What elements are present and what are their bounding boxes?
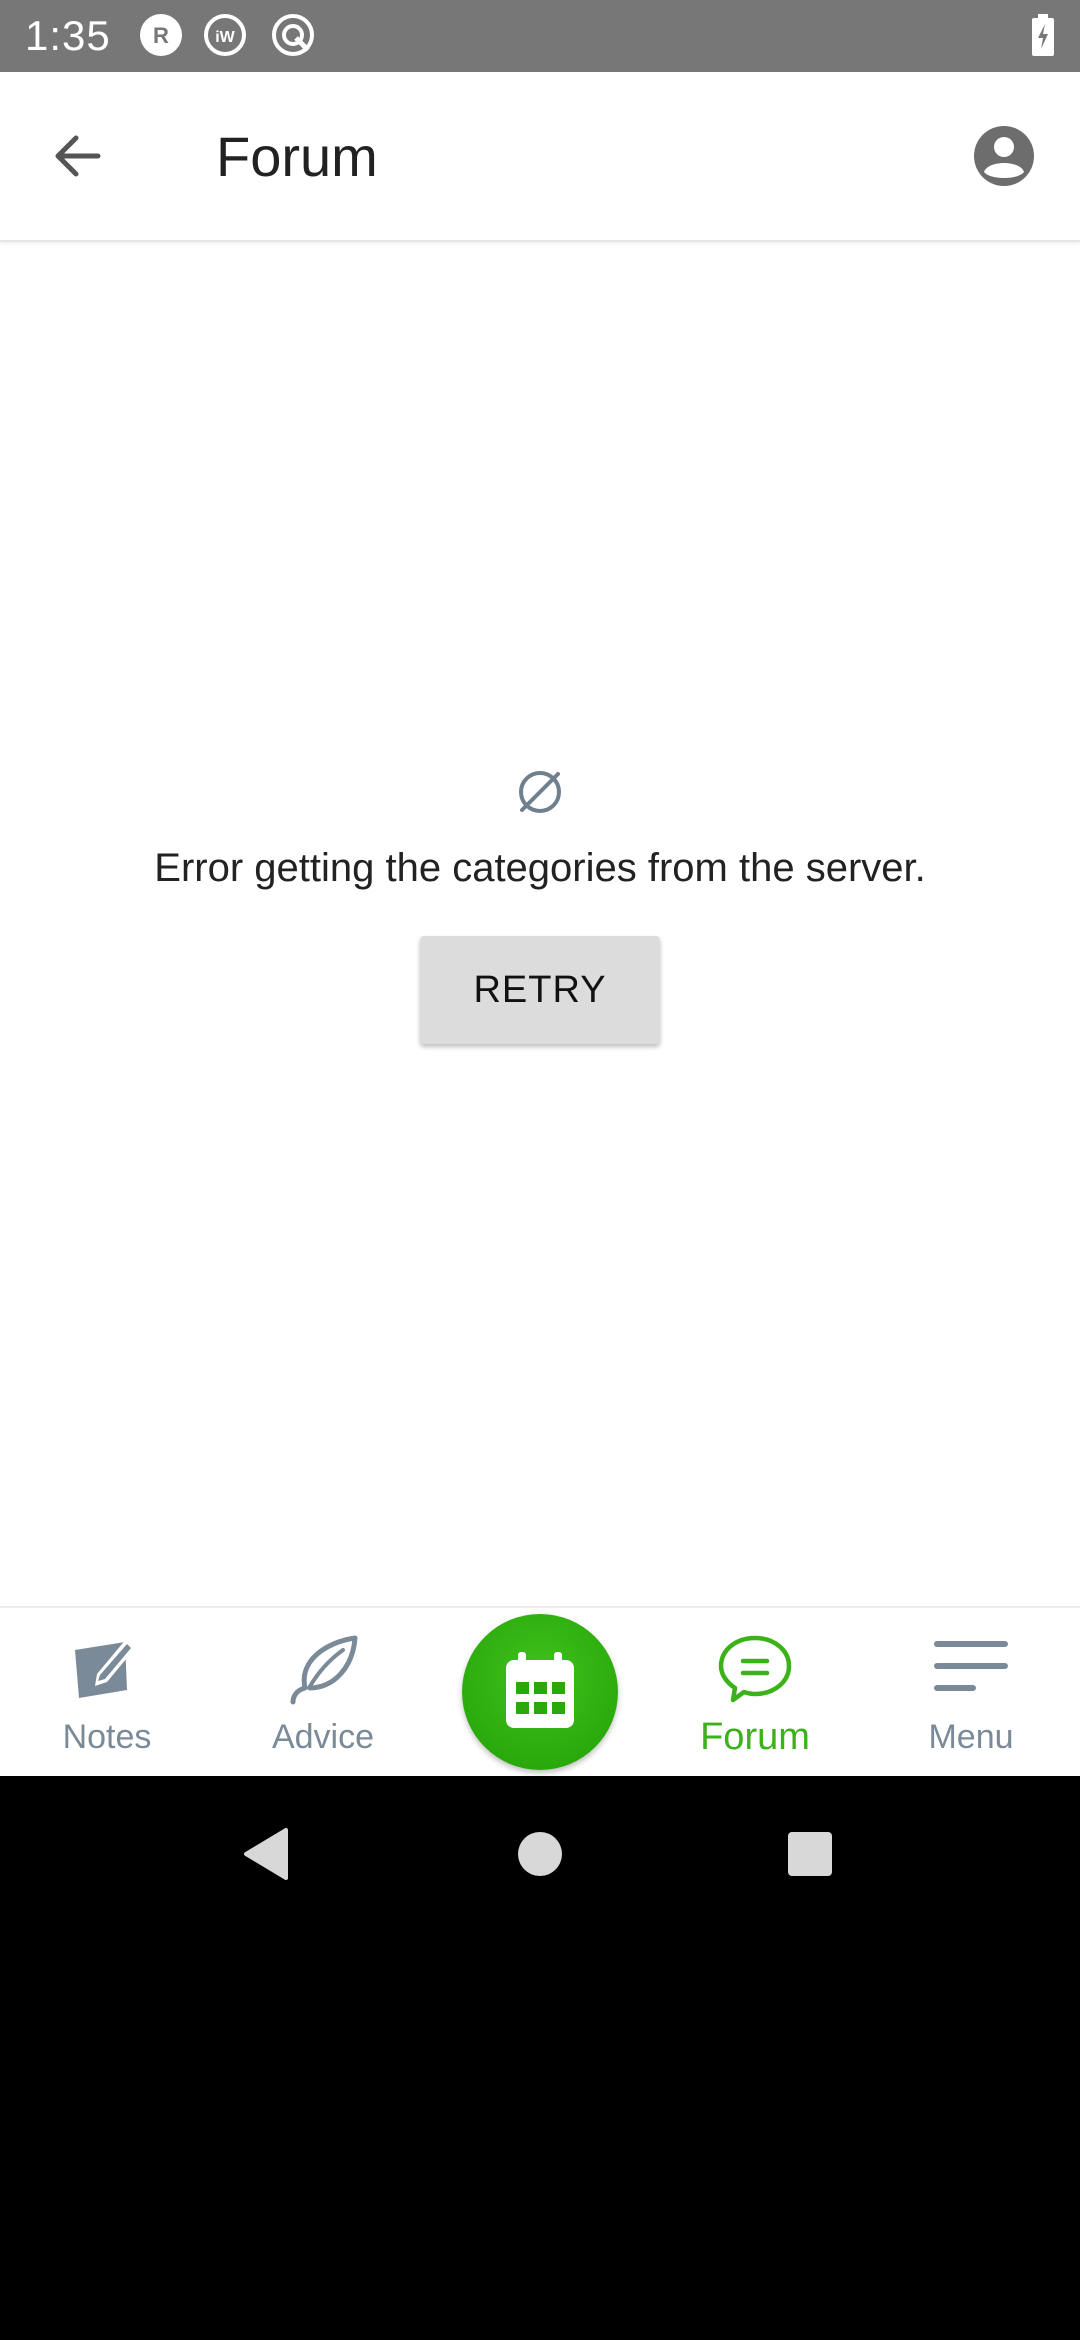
menu-lines-icon	[934, 1641, 1008, 1691]
recents-square-icon[interactable]	[786, 1826, 834, 1882]
back-triangle-icon[interactable]	[240, 1826, 290, 1882]
status-bar: 1:35 R iW	[0, 0, 1080, 72]
error-state: Error getting the categories from the se…	[0, 764, 1080, 1044]
system-navigation-bar	[0, 1776, 1080, 2340]
app-screen: Forum Error getting the categories from …	[0, 72, 1080, 1778]
nav-item-notes[interactable]: Notes	[7, 1608, 207, 1778]
retry-button[interactable]: RETRY	[420, 936, 660, 1044]
calendar-fab-button[interactable]	[462, 1614, 618, 1770]
empty-set-icon	[519, 771, 561, 813]
nav-label-forum: Forum	[700, 1716, 810, 1758]
account-circle-icon[interactable]	[960, 112, 1048, 200]
back-arrow-icon[interactable]	[40, 116, 120, 196]
nav-item-advice[interactable]: Advice	[223, 1608, 423, 1778]
r-notification-icon: R	[140, 14, 182, 56]
nav-label-menu: Menu	[928, 1718, 1014, 1756]
nav-item-forum[interactable]: Forum	[655, 1608, 855, 1778]
sync-icon	[272, 14, 314, 56]
status-time: 1:35	[25, 12, 111, 59]
home-circle-icon[interactable]	[516, 1826, 564, 1882]
leaf-icon	[290, 1635, 358, 1705]
calendar-icon	[506, 1652, 574, 1728]
battery-charging-icon	[1032, 14, 1054, 56]
svg-text:R: R	[153, 23, 169, 48]
nav-label-notes: Notes	[62, 1718, 152, 1756]
iw-notification-icon: iW	[204, 14, 246, 56]
page-title: Forum	[216, 125, 378, 188]
top-app-bar: Forum	[0, 72, 1080, 242]
svg-text:iW: iW	[215, 29, 235, 46]
nav-label-advice: Advice	[271, 1718, 375, 1756]
nav-item-menu[interactable]: Menu	[871, 1608, 1071, 1778]
notes-pencil-icon	[75, 1638, 137, 1698]
chat-bubble-icon	[718, 1635, 792, 1703]
error-message: Error getting the categories from the se…	[154, 846, 926, 890]
